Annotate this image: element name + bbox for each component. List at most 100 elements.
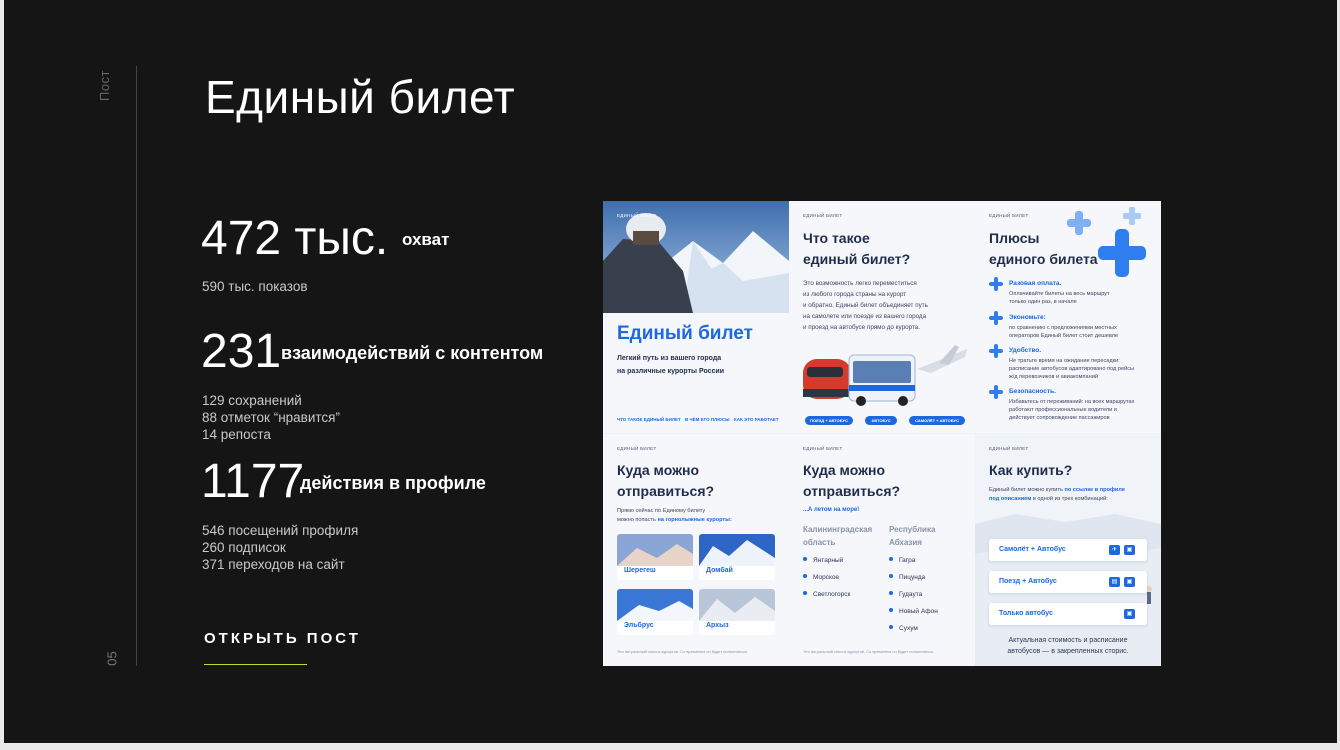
location-pin-icon: [803, 591, 807, 595]
buy-option: Только автобус ▣: [989, 603, 1147, 625]
buy-note: автобусов — в закрепленных сторис.: [1007, 648, 1129, 655]
train-icon: ▤: [1109, 577, 1120, 587]
slide-footnote: Это актуальный список курортов. Со време…: [617, 649, 748, 654]
location-pin-icon: [889, 608, 893, 612]
location-pin-icon: [803, 557, 807, 561]
stat-interactions-detail: 14 репоста: [202, 427, 271, 442]
slide-text: на самолете или поезде из вашего города: [803, 313, 927, 320]
region-title: область: [803, 538, 836, 547]
stat-profile-detail: 371 переходов на сайт: [202, 557, 345, 572]
post-slide-sea: ЕДИНЫЙ БИЛЕТ Куда можно отправиться? ...…: [789, 434, 975, 666]
resort-photo: [699, 534, 775, 566]
location-pin-icon: [889, 625, 893, 629]
stat-reach-detail: 590 тыс. показов: [202, 279, 308, 294]
open-post-underline: [204, 664, 307, 665]
buy-option: Самолёт + Автобус ✈ ▣: [989, 539, 1147, 561]
sea-place: Янтарный: [803, 557, 843, 564]
location-pin-icon: [889, 591, 893, 595]
collage-tag: ЕДИНЫЙ БИЛЕТ: [989, 446, 1029, 451]
plane-icon: ✈: [1109, 545, 1120, 555]
slide-heading: Что такое: [803, 230, 870, 246]
slide-number: 05: [104, 651, 120, 666]
benefit-title: Удобство.: [1009, 347, 1042, 354]
region-title: Калининградская: [803, 525, 873, 534]
page-title: Единый билет: [205, 71, 516, 123]
sea-place: Морское: [803, 574, 839, 581]
resort-photo: [617, 534, 693, 566]
stat-profile-value: 1177: [201, 455, 305, 508]
post-slide-buy: ЕДИНЫЙ БИЛЕТ Как купить? Единый билет мо…: [975, 434, 1161, 666]
cover-link: В ЧЁМ ЕГО ПЛЮСЫ: [685, 417, 730, 422]
slide-text: Прямо сейчас по Единому билету: [617, 508, 706, 514]
benefit-text: Оплачивайте билеты на весь маршрут: [1009, 291, 1110, 297]
sea-lead: ...А летом на море!: [803, 507, 860, 513]
post-slide-plus: ЕДИНЫЙ БИЛЕТ Плюсы единого билета Разова…: [975, 201, 1161, 433]
sea-place: Гудаута: [889, 591, 922, 598]
slide-text: Единый билет можно купить по ссылке в пр…: [989, 487, 1125, 493]
stat-interactions-detail: 88 отметок “нравится”: [202, 410, 340, 425]
slide-heading: Плюсы: [989, 230, 1040, 246]
location-pin-icon: [803, 574, 807, 578]
resort-photo: [699, 589, 775, 621]
slide-heading: отправиться?: [617, 483, 715, 499]
post-slide-what: ЕДИНЫЙ БИЛЕТ Что такое единый билет? Это…: [789, 201, 975, 433]
slide-heading: единый билет?: [803, 251, 911, 267]
collage-tag: ЕДИНЫЙ БИЛЕТ: [617, 446, 657, 451]
region-title: Республика: [889, 525, 936, 534]
stat-profile-detail: 546 посещений профиля: [202, 523, 359, 538]
open-post-link[interactable]: ОТКРЫТЬ ПОСТ: [204, 630, 361, 647]
slide-text: и обратно. Единый билет объединяет путь: [803, 302, 928, 309]
transport-pill: САМОЛЁТ + АВТОБУС: [909, 416, 965, 425]
side-section-label: Пост: [97, 69, 113, 102]
cover-link: КАК ЭТО РАБОТАЕТ: [734, 417, 779, 422]
benefit-title: Разовая оплата.: [1009, 280, 1062, 287]
benefit-title: Безопасность.: [1009, 388, 1056, 395]
stat-profile-caption: действия в профиле: [300, 473, 486, 493]
side-divider: [136, 66, 137, 666]
collage-tag: ЕДИНЫЙ БИЛЕТ: [803, 213, 843, 218]
cover-subtitle: на различные курорты России: [617, 368, 725, 375]
transport-pill: АВТОБУС: [865, 416, 897, 425]
benefit-text: операторов Единый билет стоит дешевле: [1009, 333, 1119, 339]
buy-note: Актуальная стоимость и расписание: [1008, 637, 1128, 644]
benefit-text: только один раз, в начале: [1009, 299, 1077, 305]
slide-footnote: Это актуальный список курортов. Со време…: [803, 649, 934, 654]
buy-option: Поезд + Автобус ▤ ▣: [989, 571, 1147, 593]
location-pin-icon: [889, 557, 893, 561]
bus-icon: ▣: [1124, 545, 1135, 555]
sea-place: Гагра: [889, 557, 915, 564]
benefit-text: ж/д перевозчиков и авиакомпаний: [1009, 374, 1098, 380]
stat-reach-value: 472 тыс.: [201, 212, 389, 265]
sea-place: Новый Афон: [889, 608, 938, 615]
slide-text: под описанием в одной из трех комбинаций…: [989, 496, 1108, 502]
resort-card: Архыз: [699, 589, 775, 635]
decorative-plus-icon: [1067, 207, 1146, 277]
slide-text: из любого города страны на курорт: [803, 291, 907, 298]
benefit-text: действует сопровождение пассажиров: [1009, 415, 1110, 421]
cover-title: Единый билет: [617, 323, 753, 344]
benefit-text: Не тратьте время на ожидание пересадки:: [1009, 358, 1120, 364]
post-preview-collage[interactable]: ЕДИНЫЙ БИЛЕТ Единый билет Легкий путь из…: [603, 201, 1161, 666]
plus-icon: [989, 344, 1003, 358]
benefit-text: расписание автобусов адаптировано под ре…: [1009, 366, 1135, 372]
slide: Пост 05 Единый билет 472 тыс. охват 590 …: [4, 0, 1337, 743]
slide-heading: Куда можно: [803, 462, 886, 478]
post-slide-mountains: ЕДИНЫЙ БИЛЕТ Куда можно отправиться? Пря…: [603, 434, 789, 666]
stat-profile-detail: 260 подписок: [202, 540, 286, 555]
stat-reach-caption: охват: [402, 230, 450, 249]
location-pin-icon: [889, 574, 893, 578]
cover-link: ЧТО ТАКОЕ ЕДИНЫЙ БИЛЕТ: [617, 417, 681, 422]
bus-icon: ▣: [1124, 609, 1135, 619]
bus-icon: ▣: [1124, 577, 1135, 587]
sea-place: Сухум: [889, 625, 918, 632]
plus-icon: [989, 311, 1003, 325]
stat-interactions-value: 231: [201, 325, 282, 378]
slide-heading: единого билета: [989, 251, 1098, 267]
resort-card: Эльбрус: [617, 589, 693, 635]
train-bus-plane-illustration: [803, 345, 967, 406]
benefit-text: работают профессиональные водители и: [1009, 407, 1117, 413]
plus-icon: [989, 277, 1003, 291]
region-title: Абхазия: [889, 538, 922, 547]
transport-pill: ПОЕЗД + АВТОБУС: [805, 416, 853, 425]
benefit-text: Избавьтесь от переживаний: на всех маршр…: [1009, 399, 1135, 405]
